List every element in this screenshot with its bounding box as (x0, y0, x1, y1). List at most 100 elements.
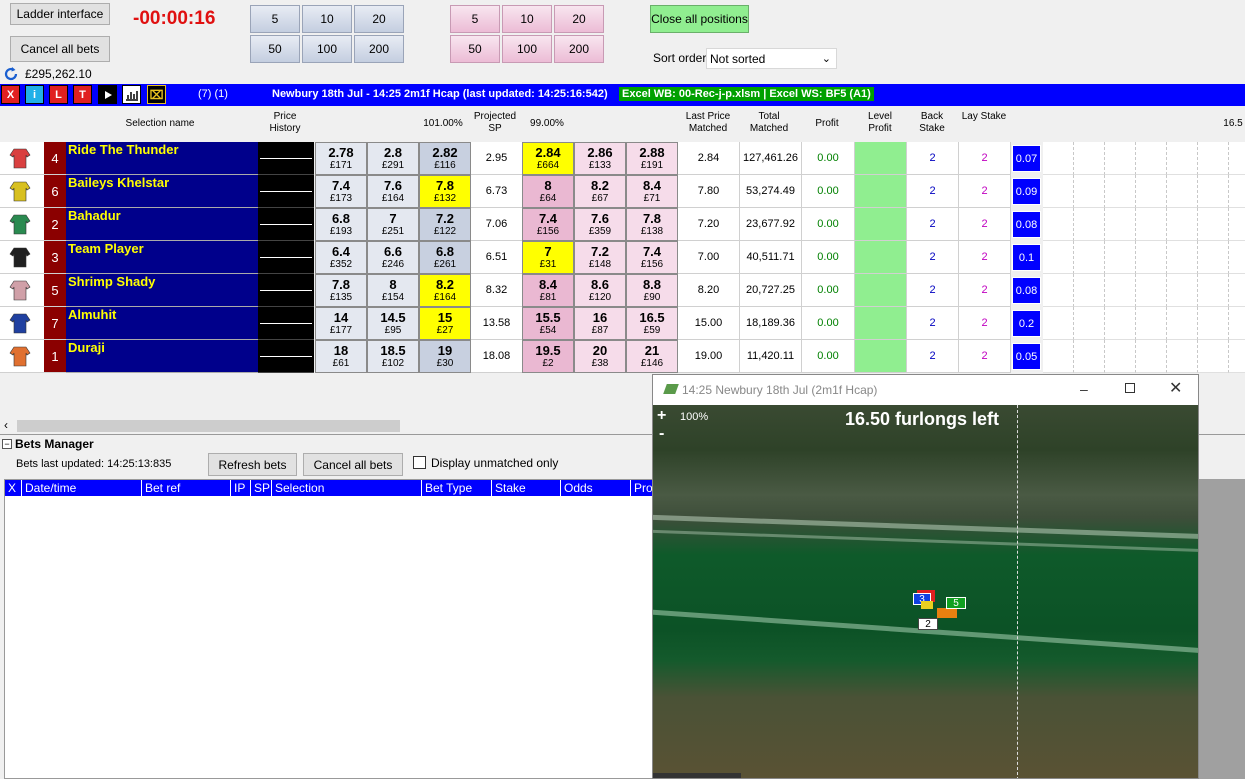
cancel-all-bets-button[interactable]: Cancel all bets (10, 36, 110, 62)
excel-link-icon[interactable]: ⌧ (147, 85, 166, 104)
refresh-icon[interactable] (3, 66, 19, 82)
ladder-empty-cell[interactable] (1136, 241, 1167, 274)
ladder-empty-cell[interactable] (1136, 175, 1167, 208)
ladder-empty-cell[interactable] (1167, 175, 1198, 208)
ladder-empty-cell[interactable] (1105, 340, 1136, 373)
ladder-empty-cell[interactable] (1043, 340, 1074, 373)
level-profit-cell[interactable] (855, 340, 907, 373)
ladder-empty-cell[interactable] (1043, 307, 1074, 340)
back-price-cell[interactable]: 14 £177 (315, 307, 367, 340)
ladder-empty-cell[interactable] (1167, 208, 1198, 241)
ladder-empty-cell[interactable] (1198, 175, 1229, 208)
lay-stake-value[interactable]: 2 (959, 241, 1011, 274)
back-price-cell[interactable]: 7.8 £135 (315, 274, 367, 307)
back-price-cell[interactable]: 7.8 £132 (419, 175, 471, 208)
back-price-cell[interactable]: 15 £27 (419, 307, 471, 340)
ladder-empty-cell[interactable] (1198, 274, 1229, 307)
race-map[interactable]: + - 100% 16.50 furlongs left 3 5 2 (653, 405, 1198, 778)
back-price-cell[interactable]: 6.4 £352 (315, 241, 367, 274)
ladder-empty-cell[interactable] (1105, 142, 1136, 175)
refresh-bets-button[interactable]: Refresh bets (208, 453, 297, 476)
back-price-cell[interactable]: 7 £251 (367, 208, 419, 241)
lay-stake-value[interactable]: 2 (959, 274, 1011, 307)
minimize-icon[interactable]: – (1080, 381, 1088, 397)
ladder-empty-cell[interactable] (1074, 274, 1105, 307)
horizontal-scrollbar[interactable]: ‹ (0, 418, 652, 434)
zoom-out-button[interactable]: - (659, 425, 664, 443)
back-price-cell[interactable]: 8 £154 (367, 274, 419, 307)
ladder-empty-cell[interactable] (1167, 142, 1198, 175)
lay-price-cell[interactable]: 8.2 £67 (574, 175, 626, 208)
back-price-cell[interactable]: 7.4 £173 (315, 175, 367, 208)
col-bet-type[interactable]: Bet Type (422, 480, 492, 496)
col-bet-ref[interactable]: Bet ref (142, 480, 231, 496)
level-profit-cell[interactable] (855, 142, 907, 175)
ladder-empty-cell[interactable] (1229, 175, 1245, 208)
lay-price-cell[interactable]: 8.8 £90 (626, 274, 678, 307)
back-stake-value[interactable]: 2 (907, 340, 959, 373)
ladder-empty-cell[interactable] (1105, 208, 1136, 241)
back-price-cell[interactable]: 7.6 £164 (367, 175, 419, 208)
lay-price-cell[interactable]: 15.5 £54 (522, 307, 574, 340)
lay-price-cell[interactable]: 16 £87 (574, 307, 626, 340)
lay-stake-button-20[interactable]: 20 (554, 5, 604, 33)
back-price-cell[interactable]: 2.8 £291 (367, 142, 419, 175)
ladder-empty-cell[interactable] (1198, 340, 1229, 373)
ladder-empty-cell[interactable] (1074, 307, 1105, 340)
ladder-empty-cell[interactable] (1136, 307, 1167, 340)
back-price-cell[interactable]: 6.6 £246 (367, 241, 419, 274)
lay-price-cell[interactable]: 20 £38 (574, 340, 626, 373)
lay-price-cell[interactable]: 2.84 £664 (522, 142, 574, 175)
scroll-left-icon[interactable]: ‹ (4, 418, 8, 432)
lay-stake-button-5[interactable]: 5 (450, 5, 500, 33)
back-price-cell[interactable]: 19 £30 (419, 340, 471, 373)
col-datetime[interactable]: Date/time (22, 480, 142, 496)
maximize-icon[interactable] (1125, 383, 1135, 393)
back-stake-value[interactable]: 2 (907, 208, 959, 241)
ladder-empty-cell[interactable] (1043, 274, 1074, 307)
back-price-cell[interactable]: 2.78 £171 (315, 142, 367, 175)
ladder-interface-button[interactable]: Ladder interface (10, 3, 110, 25)
ladder-empty-cell[interactable] (1074, 142, 1105, 175)
ladder-empty-cell[interactable] (1105, 241, 1136, 274)
ladder-empty-cell[interactable] (1229, 241, 1245, 274)
ladder-empty-cell[interactable] (1074, 241, 1105, 274)
back-stake-button-100[interactable]: 100 (302, 35, 352, 63)
info-button[interactable]: i (25, 85, 44, 104)
col-profit[interactable]: Pro (631, 480, 654, 496)
ladder-value-cell[interactable]: 0.05 (1012, 343, 1041, 370)
back-stake-button-200[interactable]: 200 (354, 35, 404, 63)
col-odds[interactable]: Odds (561, 480, 631, 496)
col-stake[interactable]: Stake (492, 480, 561, 496)
lay-price-cell[interactable]: 7.6 £359 (574, 208, 626, 241)
lay-stake-value[interactable]: 2 (959, 340, 1011, 373)
lay-price-cell[interactable]: 2.86 £133 (574, 142, 626, 175)
col-ip[interactable]: IP (231, 480, 251, 496)
level-profit-cell[interactable] (855, 274, 907, 307)
close-market-button[interactable]: X (1, 85, 20, 104)
chart-icon[interactable] (122, 85, 141, 104)
back-price-cell[interactable]: 2.82 £116 (419, 142, 471, 175)
lay-stake-button-100[interactable]: 100 (502, 35, 552, 63)
back-stake-button-50[interactable]: 50 (250, 35, 300, 63)
ladder-empty-cell[interactable] (1136, 274, 1167, 307)
runner-name[interactable]: Bahadur (66, 208, 258, 241)
back-price-cell[interactable]: 8.2 £164 (419, 274, 471, 307)
ladder-empty-cell[interactable] (1229, 142, 1245, 175)
ladder-empty-cell[interactable] (1229, 208, 1245, 241)
play-icon[interactable] (98, 85, 117, 104)
ladder-empty-cell[interactable] (1229, 274, 1245, 307)
back-stake-value[interactable]: 2 (907, 241, 959, 274)
ladder-value-cell[interactable]: 0.08 (1012, 211, 1041, 238)
ladder-empty-cell[interactable] (1198, 307, 1229, 340)
lay-stake-value[interactable]: 2 (959, 175, 1011, 208)
ladder-empty-cell[interactable] (1105, 274, 1136, 307)
ladder-empty-cell[interactable] (1167, 340, 1198, 373)
runner-name[interactable]: Duraji (66, 340, 258, 373)
lay-stake-value[interactable]: 2 (959, 307, 1011, 340)
ladder-empty-cell[interactable] (1105, 175, 1136, 208)
ladder-empty-cell[interactable] (1043, 208, 1074, 241)
ladder-empty-cell[interactable] (1105, 307, 1136, 340)
ladder-empty-cell[interactable] (1198, 208, 1229, 241)
back-price-cell[interactable]: 7.2 £122 (419, 208, 471, 241)
